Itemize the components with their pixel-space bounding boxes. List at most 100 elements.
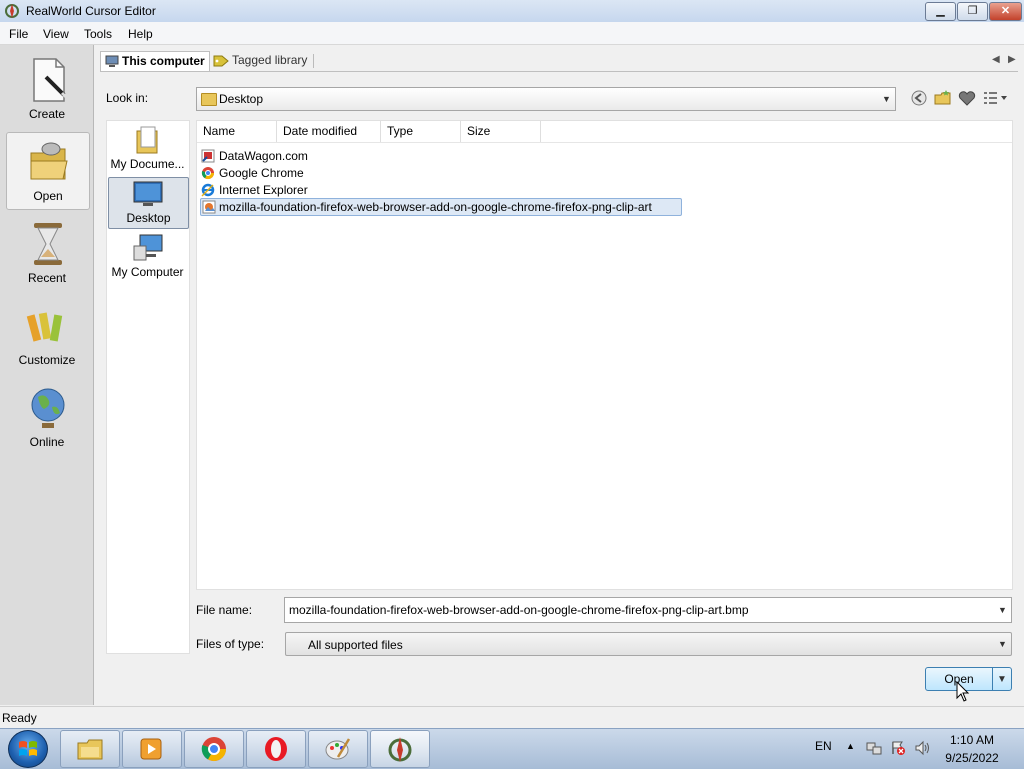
open-options-dropdown[interactable]: ▼ [997,674,1007,685]
taskbar-media-player[interactable] [122,730,182,768]
tab-scroll-right-button[interactable]: ▶ [1008,54,1016,65]
look-in-dropdown[interactable]: Desktop ▼ [196,87,896,111]
places-bar: My Docume... Desktop My Computer [106,120,190,654]
crayons-icon [26,312,63,342]
taskbar-opera[interactable] [246,730,306,768]
mouse-cursor-icon [956,681,970,702]
tab-scroll-left-button[interactable]: ◀ [992,54,1000,65]
desktop-icon [133,181,163,206]
file-name: Internet Explorer [219,183,308,197]
file-name: DataWagon.com [219,149,308,163]
clock-time[interactable]: 1:10 AM [936,733,1008,747]
menu-tools[interactable]: Tools [84,27,112,41]
open-folder-icon [30,142,68,180]
paint-icon [325,738,351,760]
menu-bar [0,22,1024,45]
menu-file[interactable]: File [9,27,28,41]
place-my-documents[interactable]: My Docume... [108,123,187,173]
new-folder-icon[interactable] [934,89,952,107]
show-hidden-icons-button[interactable]: ▲ [846,741,855,751]
folder-icon [201,93,217,106]
tab-this-computer-label: This computer [122,54,205,68]
media-player-icon [140,738,162,760]
header-divider [197,142,1012,143]
place-my-computer-label: My Computer [111,265,184,279]
tag-icon [213,55,229,67]
file-name-field[interactable]: mozilla-foundation-firefox-web-browser-a… [284,597,1012,623]
taskbar-cursor-editor[interactable] [370,730,430,768]
taskbar-file-explorer[interactable] [60,730,120,768]
my-computer-icon [133,234,163,261]
realworld-app-icon [5,4,19,18]
tab-underline [100,71,1018,72]
network-icon[interactable] [866,740,882,756]
left-navigation-pane: Create Open Recent Customize Online [0,45,94,705]
file-name: Google Chrome [219,166,304,180]
place-desktop[interactable]: Desktop [108,177,189,229]
hourglass-icon [34,223,62,265]
file-row[interactable]: Internet Explorer [201,182,321,198]
nav-create[interactable]: Create [6,51,88,127]
favorites-icon[interactable] [958,89,976,107]
start-button[interactable] [8,730,48,768]
shortcut-icon [201,149,215,163]
tab-this-computer[interactable]: This computer [100,51,210,72]
files-of-type-dropdown[interactable]: All supported files ▼ [285,632,1012,656]
place-desktop-label: Desktop [126,211,171,225]
clock-date[interactable]: 9/25/2022 [936,751,1008,765]
nav-online-label: Online [29,435,65,449]
chevron-down-icon[interactable]: ▼ [998,605,1007,615]
cursor-editor-icon [388,737,412,762]
image-file-icon [202,200,216,214]
files-of-type-label: Files of type: [196,637,265,651]
opera-icon [265,737,287,761]
tab-tagged-library[interactable]: Tagged library [211,51,313,71]
menu-view[interactable]: View [43,27,69,41]
nav-create-label: Create [28,107,66,121]
menu-help[interactable]: Help [128,27,153,41]
nav-open[interactable]: Open [6,132,90,210]
status-bar [0,706,1024,729]
back-icon[interactable] [910,89,928,107]
taskbar-chrome[interactable] [184,730,244,768]
look-in-value: Desktop [219,92,264,106]
create-document-icon [33,58,68,102]
status-text: Ready [2,711,37,725]
language-indicator[interactable]: EN [815,739,832,753]
chevron-down-icon: ▼ [998,639,1007,649]
column-header-type[interactable]: Type [381,121,461,142]
nav-customize-label: Customize [18,353,76,367]
windows-logo-icon [19,741,37,756]
volume-icon[interactable] [914,740,930,756]
action-center-icon[interactable] [890,740,906,756]
minimize-button[interactable]: ▁ [925,2,956,21]
file-row[interactable]: Google Chrome [201,165,321,181]
files-of-type-value: All supported files [308,638,403,652]
nav-open-label: Open [33,189,63,203]
file-list: Name Date modified Type Size DataWagon.c… [196,120,1013,590]
view-menu-icon[interactable] [982,89,1010,107]
taskbar-paint[interactable] [308,730,368,768]
nav-online[interactable]: Online [6,379,88,455]
file-name-label: File name: [196,603,253,617]
column-header-date-modified[interactable]: Date modified [277,121,381,142]
close-button[interactable]: ✕ [989,2,1022,21]
window-title: RealWorld Cursor Editor [26,4,156,18]
ie-shortcut-icon [201,183,215,197]
chrome-icon [201,737,226,762]
place-my-computer[interactable]: My Computer [108,232,187,282]
file-name-value: mozilla-foundation-firefox-web-browser-a… [289,603,749,617]
column-header-name[interactable]: Name [197,121,277,142]
column-header-size[interactable]: Size [461,121,541,142]
nav-recent[interactable]: Recent [6,215,88,291]
restore-button[interactable]: ❐ [957,2,988,21]
split-divider [992,668,993,690]
file-row-selected[interactable]: mozilla-foundation-firefox-web-browser-a… [200,198,682,216]
place-my-documents-label: My Docume... [110,157,185,171]
computer-icon [105,55,119,67]
globe-icon [31,388,65,428]
my-documents-icon [136,126,158,154]
file-name: mozilla-foundation-firefox-web-browser-a… [219,200,652,214]
nav-customize[interactable]: Customize [6,297,88,373]
file-row[interactable]: DataWagon.com [201,148,321,164]
